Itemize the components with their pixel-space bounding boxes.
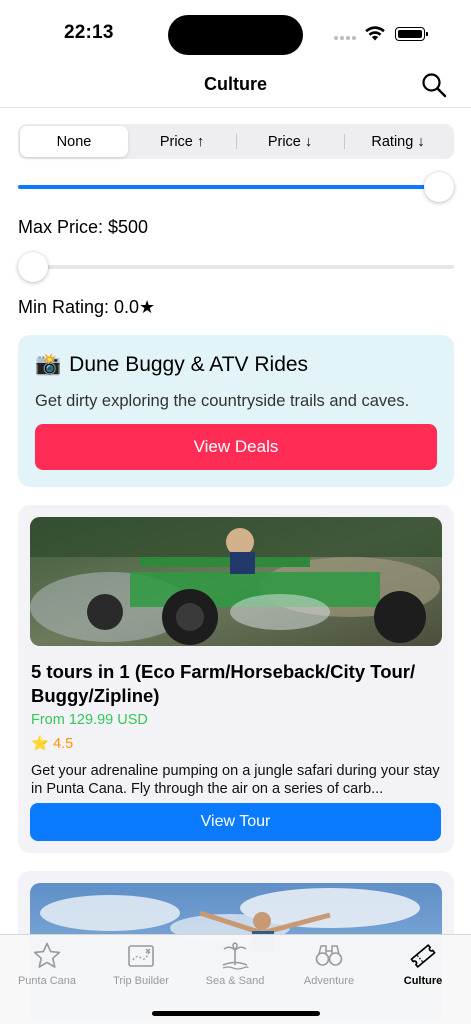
home-indicator <box>152 1011 320 1016</box>
min-rating-label: Min Rating: 0.0★ <box>18 297 156 317</box>
view-deals-button[interactable]: View Deals <box>35 424 437 470</box>
tab-bar: Punta Cana Trip Builder Sea & Sand Adven… <box>0 934 471 1024</box>
tab-label: Adventure <box>303 975 355 987</box>
tab-label: Culture <box>403 975 443 987</box>
sort-option-price-asc[interactable]: Price ↑ <box>128 126 236 157</box>
tab-label: Punta Cana <box>17 975 77 987</box>
ticket-icon <box>410 944 436 968</box>
sort-segmented-control: None Price ↑ Price ↓ Rating ↓ <box>18 124 454 159</box>
map-icon <box>128 945 154 967</box>
cellular-signal-icon <box>334 36 356 40</box>
tab-adventure[interactable]: Adventure <box>282 941 376 987</box>
star-icon <box>33 942 61 968</box>
tab-label: Trip Builder <box>113 975 169 987</box>
camera-icon: 📸 <box>35 353 62 376</box>
promo-title: Dune Buggy & ATV Rides <box>69 353 309 376</box>
status-time: 22:13 <box>64 22 114 43</box>
max-price-label: Max Price: $500 <box>18 217 149 237</box>
tab-culture[interactable]: Culture <box>376 941 470 987</box>
tab-sea-sand[interactable]: Sea & Sand <box>188 941 282 987</box>
promo-description: Get dirty exploring the countryside trai… <box>35 392 410 410</box>
beach-icon <box>222 942 249 970</box>
battery-icon <box>395 27 428 41</box>
min-rating-slider[interactable] <box>18 252 454 282</box>
tab-trip-builder[interactable]: Trip Builder <box>94 941 188 987</box>
navigation-bar: Culture <box>0 62 471 108</box>
tour-card: 5 tours in 1 (Eco Farm/Horseback/City To… <box>18 505 454 853</box>
status-bar: 22:13 <box>0 0 471 62</box>
sort-option-none[interactable]: None <box>20 126 128 157</box>
tour-title[interactable]: 5 tours in 1 (Eco Farm/Horseback/City To… <box>31 660 441 708</box>
sort-option-price-desc[interactable]: Price ↓ <box>236 126 344 157</box>
wifi-icon <box>365 26 385 41</box>
tour-image <box>30 517 442 646</box>
binoculars-icon <box>315 945 343 966</box>
page-title: Culture <box>204 74 267 94</box>
min-rating-slider-thumb[interactable] <box>18 252 48 282</box>
max-price-slider-thumb[interactable] <box>424 172 454 202</box>
max-price-slider[interactable] <box>18 172 454 202</box>
tour-rating-value: 4.5 <box>53 735 74 752</box>
tab-punta-cana[interactable]: Punta Cana <box>0 941 94 987</box>
tab-label: Sea & Sand <box>205 975 265 987</box>
tour-price: From 129.99 USD <box>31 712 148 728</box>
star-icon: ⭐ <box>31 736 50 752</box>
search-icon[interactable] <box>421 72 447 98</box>
view-tour-button[interactable]: View Tour <box>30 803 441 841</box>
dynamic-island <box>168 15 303 55</box>
sort-option-rating-desc[interactable]: Rating ↓ <box>344 126 452 157</box>
tour-description: Get your adrenaline pumping on a jungle … <box>31 763 440 797</box>
max-price-slider-fill <box>18 185 439 189</box>
promo-card: 📸 Dune Buggy & ATV Rides Get dirty explo… <box>18 335 454 487</box>
